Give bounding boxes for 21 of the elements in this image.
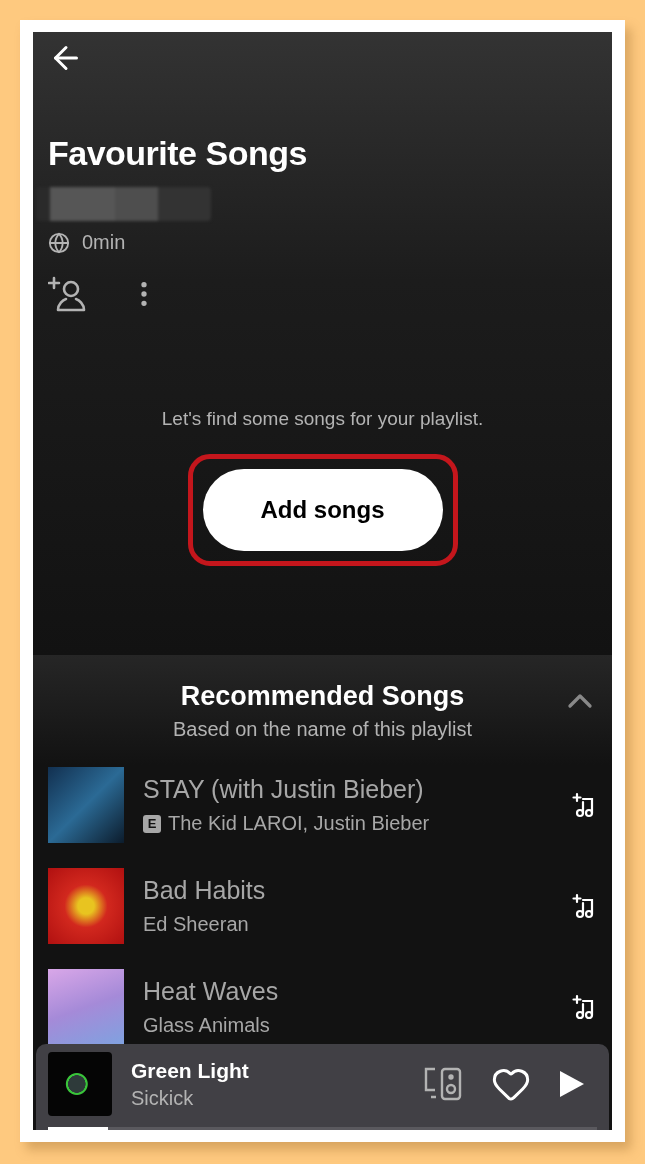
song-title: Heat Waves xyxy=(143,977,280,1006)
song-title: STAY (with Justin Bieber) xyxy=(143,775,425,804)
album-cover xyxy=(48,1052,112,1116)
section-subtitle: Based on the name of this playlist xyxy=(172,718,473,741)
song-artist: Ed Sheeran xyxy=(143,913,249,936)
now-playing-bar[interactable]: Green Light Sickick xyxy=(36,1044,609,1130)
explicit-badge: E xyxy=(143,814,161,833)
globe-icon xyxy=(48,231,70,254)
now-playing-title: Green Light xyxy=(131,1058,250,1083)
song-title: Bad Habits xyxy=(143,876,267,905)
song-artist: Glass Animals xyxy=(143,1014,270,1037)
song-artist: The Kid LAROI, Justin Bieber xyxy=(168,812,430,835)
empty-playlist-message: Let's find some songs for your playlist. xyxy=(161,408,484,430)
playlist-duration: 0min xyxy=(82,231,126,254)
devices-icon[interactable] xyxy=(423,1066,463,1102)
add-songs-button[interactable]: Add songs xyxy=(202,469,443,551)
playlist-title: Favourite Songs xyxy=(48,134,308,173)
play-icon[interactable] xyxy=(559,1070,585,1098)
now-playing-artist: Sickick xyxy=(131,1086,195,1110)
section-title: Recommended Songs xyxy=(180,681,465,712)
add-user-icon[interactable] xyxy=(48,276,86,312)
